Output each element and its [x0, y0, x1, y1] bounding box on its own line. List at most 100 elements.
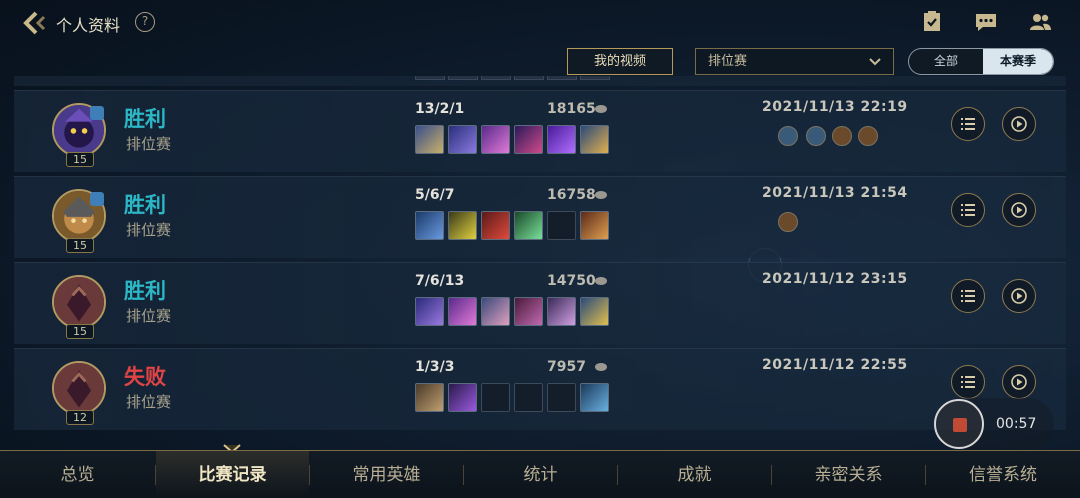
match-replay-button[interactable]: [1002, 365, 1036, 399]
my-videos-button[interactable]: 我的视频: [567, 48, 673, 75]
item-slot: [415, 76, 445, 80]
match-mode: 排位赛: [126, 307, 172, 325]
empty-item-slot: [514, 383, 543, 412]
stop-recording-button[interactable]: [934, 399, 984, 449]
item-icon[interactable]: [415, 125, 444, 154]
gold: 7957: [547, 359, 586, 375]
match-replay-button[interactable]: [1002, 279, 1036, 313]
empty-item-slot: [481, 383, 510, 412]
match-replay-button[interactable]: [1002, 107, 1036, 141]
match-row[interactable]: 15 胜利 排位赛 7/6/13 14750 2021/11/12 23:15: [14, 262, 1066, 344]
empty-item-slot: [547, 211, 576, 240]
gold-icon: [595, 191, 607, 199]
match-mode: 排位赛: [126, 135, 172, 153]
item-slot: [448, 76, 478, 80]
tab-statistics[interactable]: 统计: [464, 451, 617, 498]
match-details-button[interactable]: [951, 193, 985, 227]
item-icon[interactable]: [481, 211, 510, 240]
item-icon[interactable]: [448, 125, 477, 154]
item-icon[interactable]: [415, 383, 444, 412]
screen-recording-widget[interactable]: 00:57: [934, 398, 1054, 450]
page-title: 个人资料: [56, 16, 121, 35]
bottom-nav: 总览 比赛记录 常用英雄 统计 成就 亲密关系 信誉系统: [0, 450, 1080, 498]
match-datetime: 2021/11/12 22:55: [762, 357, 908, 373]
item-icon[interactable]: [448, 297, 477, 326]
stop-icon: [953, 418, 967, 432]
item-icon[interactable]: [514, 297, 543, 326]
item-icon[interactable]: [415, 211, 444, 240]
mode-select[interactable]: 排位赛: [695, 48, 894, 75]
tab-favorite-champions[interactable]: 常用英雄: [310, 451, 463, 498]
item-icon[interactable]: [580, 297, 609, 326]
spell-icon: [806, 126, 826, 146]
gold-icon: [595, 105, 607, 113]
match-row[interactable]: 12 失败 排位赛 1/3/3 7957 2021/11/12 22:55: [14, 348, 1066, 430]
item-icon[interactable]: [448, 383, 477, 412]
champion-level: 12: [66, 410, 94, 425]
match-result: 胜利: [124, 107, 166, 131]
item-slot: [481, 76, 511, 80]
chat-icon[interactable]: [974, 10, 998, 34]
match-list[interactable]: 15 胜利 排位赛 13/2/1 18165 2021/11/13 22:19: [0, 76, 1080, 444]
party-badge-icon: [90, 192, 104, 206]
item-icon[interactable]: [448, 211, 477, 240]
play-icon: [1011, 116, 1027, 132]
match-result: 胜利: [124, 193, 166, 217]
item-icon[interactable]: [514, 125, 543, 154]
mode-select-value: 排位赛: [708, 54, 748, 69]
chevron-down-icon: [869, 58, 881, 66]
match-datetime: 2021/11/12 23:15: [762, 271, 908, 287]
clipboard-check-icon[interactable]: [920, 10, 944, 34]
top-bar: 个人资料 ?: [0, 0, 1080, 44]
item-icon[interactable]: [481, 297, 510, 326]
back-chevron-icon: [23, 11, 46, 35]
list-icon: [961, 290, 975, 302]
play-icon: [1011, 288, 1027, 304]
champion-level: 15: [66, 238, 94, 253]
item-icon[interactable]: [580, 383, 609, 412]
gold: 18165: [547, 101, 596, 117]
tab-achievements[interactable]: 成就: [618, 451, 771, 498]
scope-season-tab[interactable]: 本赛季: [983, 49, 1053, 74]
scope-all-tab[interactable]: 全部: [909, 49, 983, 74]
spell-icon: [858, 126, 878, 146]
spell-icon: [778, 212, 798, 232]
item-icon[interactable]: [580, 211, 609, 240]
match-details-button[interactable]: [951, 365, 985, 399]
tab-relationships[interactable]: 亲密关系: [772, 451, 925, 498]
item-slot: [580, 76, 610, 80]
gold-icon: [595, 277, 607, 285]
recording-timer: 00:57: [996, 416, 1037, 432]
tab-match-history[interactable]: 比赛记录: [156, 451, 309, 498]
spell-icon: [832, 126, 852, 146]
back-button[interactable]: [20, 10, 48, 36]
item-icon[interactable]: [514, 211, 543, 240]
friends-icon[interactable]: [1028, 10, 1052, 34]
kda: 13/2/1: [415, 101, 465, 117]
match-result: 胜利: [124, 279, 166, 303]
party-badge-icon: [90, 106, 104, 120]
play-icon: [1011, 374, 1027, 390]
item-slot: [547, 76, 577, 80]
item-icon[interactable]: [580, 125, 609, 154]
match-row[interactable]: 15 胜利 排位赛 5/6/7 16758 2021/11/13 21:54: [14, 176, 1066, 258]
tab-honor-system[interactable]: 信誉系统: [926, 451, 1080, 498]
match-result: 失败: [124, 365, 166, 389]
match-details-button[interactable]: [951, 279, 985, 313]
match-replay-button[interactable]: [1002, 193, 1036, 227]
item-icon[interactable]: [481, 125, 510, 154]
scope-toggle: 全部 本赛季: [908, 48, 1054, 75]
list-icon: [961, 376, 975, 388]
gold: 16758: [547, 187, 596, 203]
match-row[interactable]: 15 胜利 排位赛 13/2/1 18165 2021/11/13 22:19: [14, 90, 1066, 172]
champion-avatar: [52, 275, 106, 329]
spell-icon: [778, 126, 798, 146]
help-icon[interactable]: ?: [135, 12, 155, 32]
item-icon[interactable]: [547, 125, 576, 154]
item-icon[interactable]: [415, 297, 444, 326]
partial-match-row: [14, 76, 1066, 86]
match-details-button[interactable]: [951, 107, 985, 141]
tab-overview[interactable]: 总览: [0, 451, 155, 498]
item-icon[interactable]: [547, 297, 576, 326]
gold-icon: [595, 363, 607, 371]
